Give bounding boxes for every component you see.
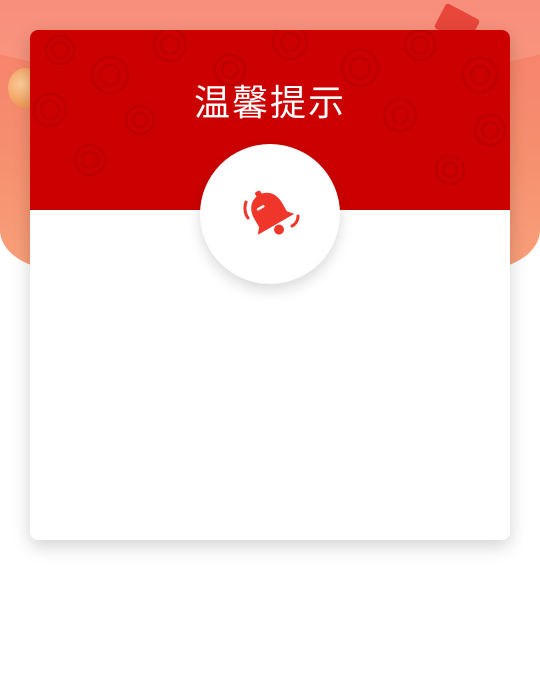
notice-dialog: 温馨提示 — [30, 30, 510, 540]
bell-badge — [200, 144, 340, 284]
screen: 温馨提示 — [0, 0, 540, 680]
dialog-title: 温馨提示 — [193, 83, 346, 124]
bell-ringing-icon — [243, 190, 300, 235]
